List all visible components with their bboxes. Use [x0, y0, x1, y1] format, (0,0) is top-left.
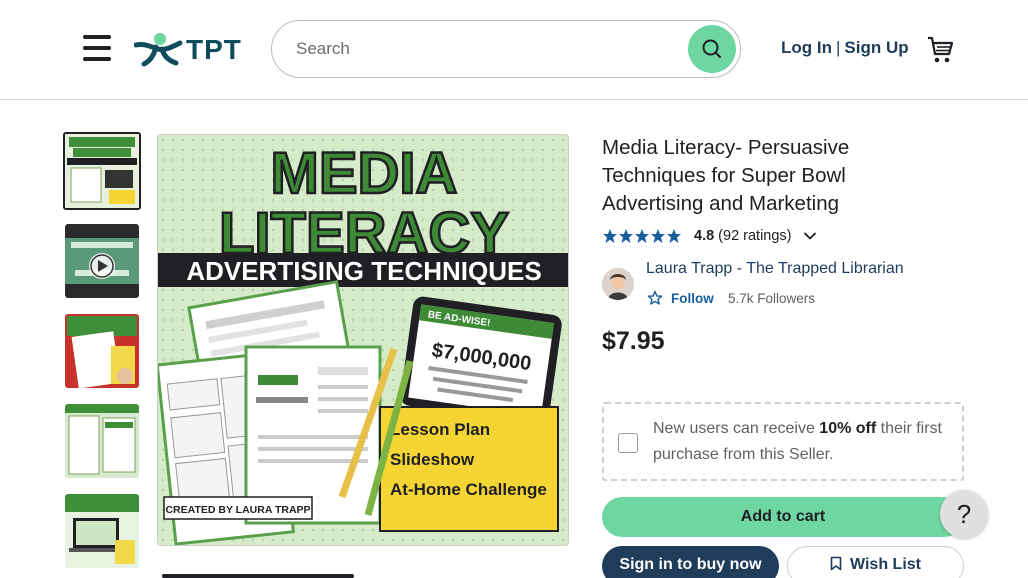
search-button[interactable] [688, 25, 736, 73]
follow-button[interactable]: Follow [647, 290, 714, 306]
site-header: TPT Log In|Sign Up [0, 0, 1028, 100]
thumbnail-3[interactable] [65, 314, 139, 388]
search-input[interactable] [296, 35, 676, 63]
thumbnail-5[interactable] [65, 494, 139, 568]
star-rating [602, 228, 684, 244]
wish-list-button[interactable]: Wish List [787, 546, 964, 578]
logo-text: TPT [186, 34, 242, 65]
thumbnail-image [65, 134, 139, 208]
product-cover-image[interactable]: MEDIA LITERACY ADVERTISING TECHNIQUES BE… [157, 134, 569, 546]
thumbnail-4[interactable] [65, 404, 139, 478]
product-price: $7.95 [602, 327, 665, 355]
rating-summary: 4.8 (92 ratings) [602, 226, 818, 246]
cover-title-line1: MEDIA [271, 141, 458, 206]
follow-label: Follow [671, 290, 714, 306]
rating-value: 4.8 [694, 228, 715, 244]
thumbnail-image [65, 314, 139, 388]
sign-in-to-buy-button[interactable]: Sign in to buy now [602, 546, 779, 578]
promo-prefix: New users can receive [653, 420, 820, 437]
promo-checkbox[interactable] [618, 433, 638, 453]
promo-text: New users can receive 10% off their firs… [653, 416, 943, 468]
tpt-logo[interactable]: TPT [133, 31, 250, 67]
cover-credit: CREATED BY LAURA TRAPP [165, 504, 310, 516]
auth-separator: | [835, 38, 841, 57]
help-button[interactable]: ? [940, 490, 988, 538]
thumbnail-1[interactable] [63, 132, 141, 210]
add-to-cart-button[interactable]: Add to cart [602, 497, 964, 537]
thumbnail-image [65, 404, 139, 478]
cover-item-3: At-Home Challenge [390, 480, 547, 499]
followers-count: 5.7k Followers [728, 291, 816, 306]
login-link[interactable]: Log In [781, 38, 832, 57]
seller-name-link[interactable]: Laura Trapp - The Trapped Librarian [646, 260, 904, 278]
cover-item-1: Lesson Plan [390, 420, 490, 439]
tpt-logo-mark [133, 33, 183, 67]
rating-count[interactable]: (92 ratings) [718, 228, 791, 244]
promo-highlight: 10% off [819, 420, 877, 437]
thumbnail-image [65, 494, 139, 568]
chevron-down-icon[interactable] [802, 228, 818, 244]
five-star-icon [603, 229, 681, 243]
cover-banner: ADVERTISING TECHNIQUES [186, 256, 541, 286]
new-user-promo: New users can receive 10% off their firs… [602, 402, 964, 481]
auth-links: Log In | Sign Up [781, 38, 909, 58]
seller-avatar-image [602, 268, 634, 300]
cover-illustration: MEDIA LITERACY ADVERTISING TECHNIQUES BE… [158, 135, 568, 545]
signup-link[interactable]: Sign Up [844, 38, 908, 57]
search-bar [271, 20, 741, 78]
search-icon [702, 39, 721, 58]
thumbnail-2-video[interactable] [65, 224, 139, 298]
cover-item-2: Slideshow [390, 450, 475, 469]
hamburger-menu-icon[interactable] [83, 35, 111, 61]
wish-list-label: Wish List [850, 556, 921, 573]
video-thumbnail-image [65, 224, 139, 298]
star-outline-icon [647, 290, 663, 305]
product-title: Media Literacy- Persuasive Techniques fo… [602, 136, 850, 215]
shopping-cart-icon[interactable] [927, 36, 954, 64]
bookmark-icon [830, 556, 842, 571]
gallery-scroll-indicator [162, 574, 354, 578]
seller-avatar[interactable] [602, 268, 634, 300]
